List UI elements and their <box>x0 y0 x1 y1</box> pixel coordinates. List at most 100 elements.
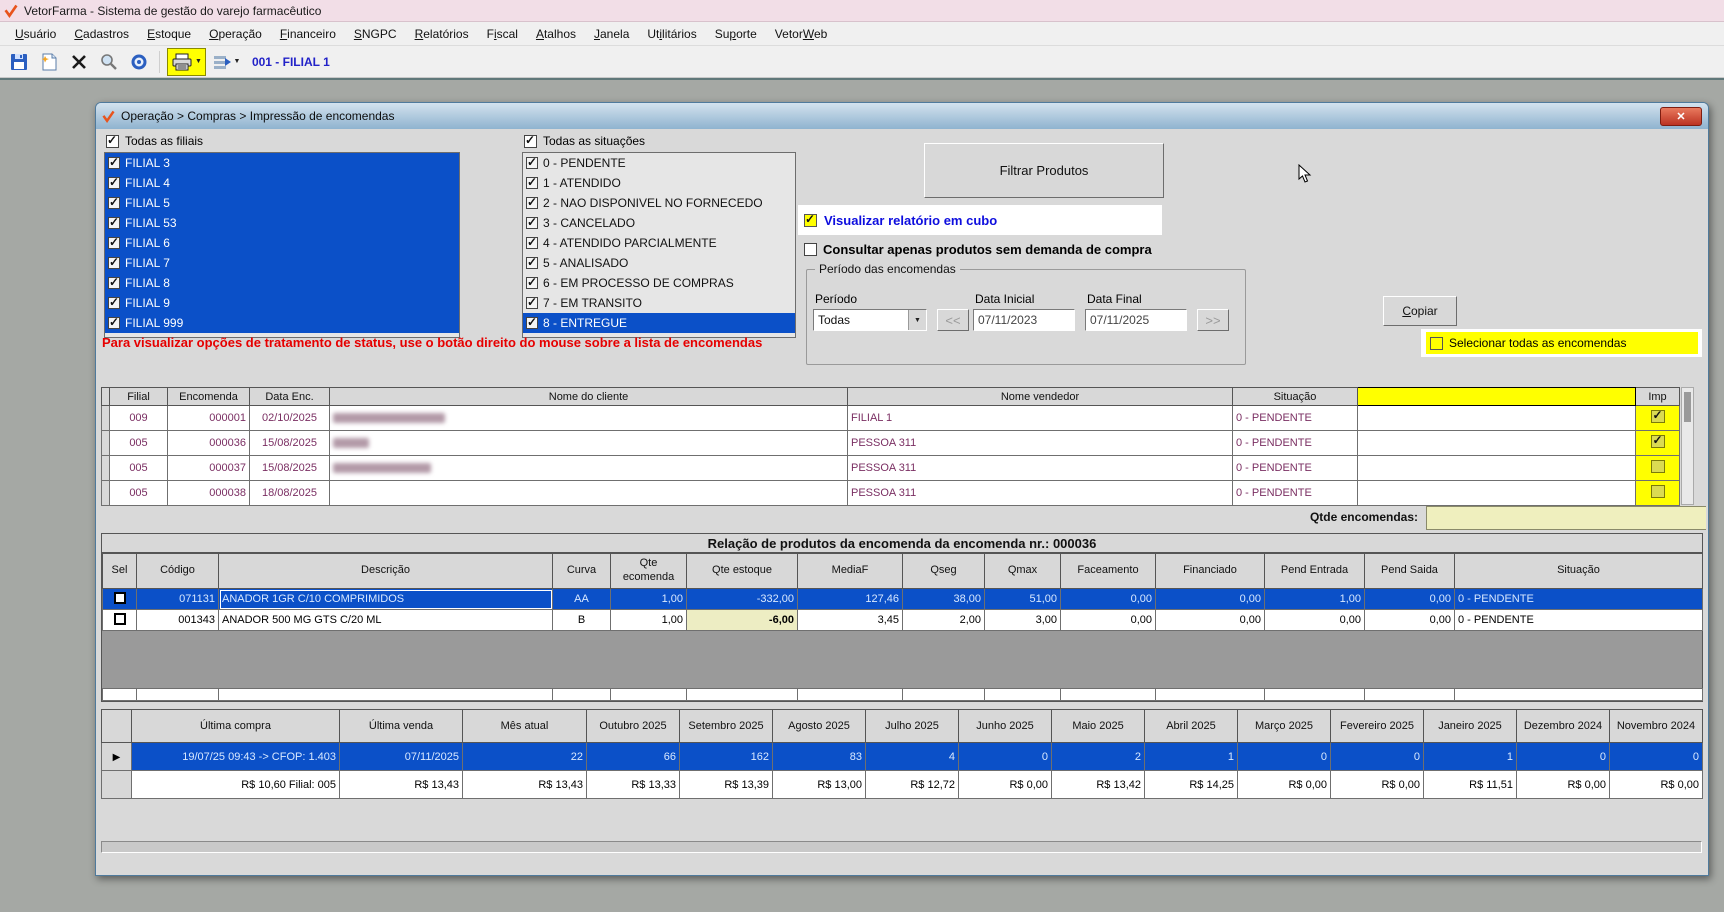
imp-checkbox[interactable] <box>1651 410 1665 423</box>
checkbox-box[interactable] <box>526 217 538 229</box>
menu-item[interactable]: VetorWeb <box>766 25 837 43</box>
checkbox-box[interactable] <box>526 237 538 249</box>
menu-item[interactable]: Fiscal <box>478 25 527 43</box>
situacao-list-item[interactable]: 2 - NAO DISPONIVEL NO FORNECEDO <box>523 193 795 213</box>
scrollbar-thumb[interactable] <box>1684 392 1691 422</box>
menu-item[interactable]: Usuário <box>6 25 65 43</box>
column-header[interactable]: Qte ecomenda <box>611 554 687 589</box>
filial-list-item[interactable]: FILIAL 999 <box>105 313 459 333</box>
checkbox-box[interactable] <box>108 257 120 269</box>
periodo-prev-button[interactable]: << <box>937 309 969 331</box>
situacoes-listbox[interactable]: 0 - PENDENTE 1 - ATENDIDO 2 - NAO DISPON… <box>522 152 796 338</box>
print-button[interactable]: ▼ <box>167 48 206 76</box>
search-button[interactable] <box>96 50 122 74</box>
column-header[interactable]: Financiado <box>1156 554 1265 589</box>
situacao-list-item[interactable]: 0 - PENDENTE <box>523 153 795 173</box>
filiais-listbox[interactable]: FILIAL 3 FILIAL 4 FILIAL 5 FILIA <box>104 152 460 338</box>
filial-list-item[interactable]: FILIAL 6 <box>105 233 459 253</box>
column-header[interactable]: Mês atual <box>463 710 587 743</box>
column-header[interactable]: Data Enc. <box>250 388 330 406</box>
column-header[interactable]: Setembro 2025 <box>680 710 773 743</box>
branch-selector-button[interactable]: ▼ <box>210 50 244 74</box>
situacao-list-item[interactable]: 7 - EM TRANSITO <box>523 293 795 313</box>
checkbox-box[interactable] <box>526 257 538 269</box>
checkbox-box[interactable] <box>526 157 538 169</box>
data-final-input[interactable]: 07/11/2025 <box>1085 309 1187 331</box>
column-header[interactable]: Novembro 2024 <box>1610 710 1703 743</box>
column-header[interactable]: Nome do cliente <box>330 388 848 406</box>
column-header[interactable]: Dezembro 2024 <box>1517 710 1610 743</box>
encomenda-row[interactable]: 005 000038 18/08/2025 PESSOA 311 0 - PEN… <box>102 481 1680 506</box>
periodo-next-button[interactable]: >> <box>1197 309 1229 331</box>
column-header[interactable]: MediaF <box>798 554 903 589</box>
column-header[interactable]: Faceamento <box>1061 554 1156 589</box>
situacao-list-item[interactable]: 6 - EM PROCESSO DE COMPRAS <box>523 273 795 293</box>
checkbox-box[interactable] <box>108 237 120 249</box>
situacao-list-item[interactable]: 4 - ATENDIDO PARCIALMENTE <box>523 233 795 253</box>
column-header[interactable]: Março 2025 <box>1238 710 1331 743</box>
copiar-button[interactable]: Copiar <box>1383 296 1457 326</box>
column-header[interactable]: Julho 2025 <box>866 710 959 743</box>
column-header[interactable]: Fevereiro 2025 <box>1331 710 1424 743</box>
checkbox-box[interactable] <box>526 177 538 189</box>
column-header[interactable]: Qmax <box>985 554 1061 589</box>
historico-price-row[interactable]: R$ 10,60 Filial: 005R$ 13,43R$ 13,43R$ 1… <box>102 771 1703 799</box>
situacao-list-item[interactable]: 8 - ENTREGUE <box>523 313 795 333</box>
column-header[interactable]: Maio 2025 <box>1052 710 1145 743</box>
checkbox-box[interactable] <box>108 197 120 209</box>
column-header[interactable]: Descrição <box>219 554 553 589</box>
column-header[interactable]: Abril 2025 <box>1145 710 1238 743</box>
checkbox-box[interactable] <box>106 135 119 148</box>
column-header[interactable]: Última compra <box>132 710 340 743</box>
menu-item[interactable]: Relatórios <box>406 25 478 43</box>
menu-item[interactable]: Estoque <box>138 25 200 43</box>
todas-filiais-checkbox[interactable]: Todas as filiais <box>106 134 203 148</box>
column-header[interactable]: Situação <box>1455 554 1703 589</box>
column-header[interactable]: Nome vendedor <box>848 388 1233 406</box>
close-record-button[interactable] <box>66 50 92 74</box>
checkbox-box[interactable] <box>526 197 538 209</box>
visualizar-cubo-checkbox[interactable] <box>804 214 817 227</box>
column-header[interactable] <box>102 710 132 743</box>
dialog-close-button[interactable] <box>1660 107 1702 126</box>
menu-item[interactable]: Cadastros <box>65 25 138 43</box>
checkbox-box[interactable] <box>526 297 538 309</box>
checkbox-box[interactable] <box>526 317 538 329</box>
situacao-list-item[interactable]: 1 - ATENDIDO <box>523 173 795 193</box>
checkbox-box[interactable] <box>108 157 120 169</box>
todas-situacoes-checkbox[interactable]: Todas as situações <box>524 134 645 148</box>
checkbox-box[interactable] <box>108 277 120 289</box>
column-header[interactable]: Curva <box>553 554 611 589</box>
produto-row[interactable]: 001343 ANADOR 500 MG GTS C/20 ML B 1,00 … <box>103 610 1703 631</box>
sel-checkbox[interactable] <box>114 613 126 625</box>
column-header[interactable]: Qseg <box>903 554 985 589</box>
historico-horizontal-scrollbar[interactable] <box>101 841 1702 853</box>
save-button[interactable] <box>6 50 32 74</box>
imp-checkbox[interactable] <box>1651 435 1665 448</box>
column-header[interactable]: Filial <box>110 388 168 406</box>
print-dropdown-arrow-icon[interactable]: ▼ <box>195 58 202 65</box>
column-header[interactable]: Imp <box>1636 388 1680 406</box>
settings-button[interactable] <box>126 50 152 74</box>
new-document-button[interactable] <box>36 50 62 74</box>
column-header[interactable]: Agosto 2025 <box>773 710 866 743</box>
produto-row[interactable]: 071131 ANADOR 1GR C/10 COMPRIMIDOS AA 1,… <box>103 589 1703 610</box>
combo-dropdown-arrow-icon[interactable]: ▼ <box>908 310 926 330</box>
periodo-combobox[interactable]: Todas ▼ <box>813 309 927 331</box>
filtrar-produtos-button[interactable]: Filtrar Produtos <box>924 143 1164 198</box>
filial-list-item[interactable]: FILIAL 53 <box>105 213 459 233</box>
column-header[interactable] <box>102 388 110 406</box>
checkbox-box[interactable] <box>108 297 120 309</box>
filial-list-item[interactable]: FILIAL 8 <box>105 273 459 293</box>
checkbox-box[interactable] <box>526 277 538 289</box>
encomenda-row[interactable]: 005 000037 15/08/2025 PESSOA 311 0 - PEN… <box>102 456 1680 481</box>
selecionar-todas-checkbox[interactable] <box>1430 337 1443 350</box>
column-header[interactable]: Situação <box>1233 388 1358 406</box>
menu-item[interactable]: Financeiro <box>271 25 345 43</box>
menu-item[interactable]: SNGPC <box>345 25 406 43</box>
encomenda-row[interactable]: 005 000036 15/08/2025 PESSOA 311 0 - PEN… <box>102 431 1680 456</box>
sel-checkbox[interactable] <box>114 592 126 604</box>
column-header[interactable]: Qte estoque <box>687 554 798 589</box>
column-header[interactable]: Junho 2025 <box>959 710 1052 743</box>
column-header[interactable]: Sel <box>103 554 137 589</box>
